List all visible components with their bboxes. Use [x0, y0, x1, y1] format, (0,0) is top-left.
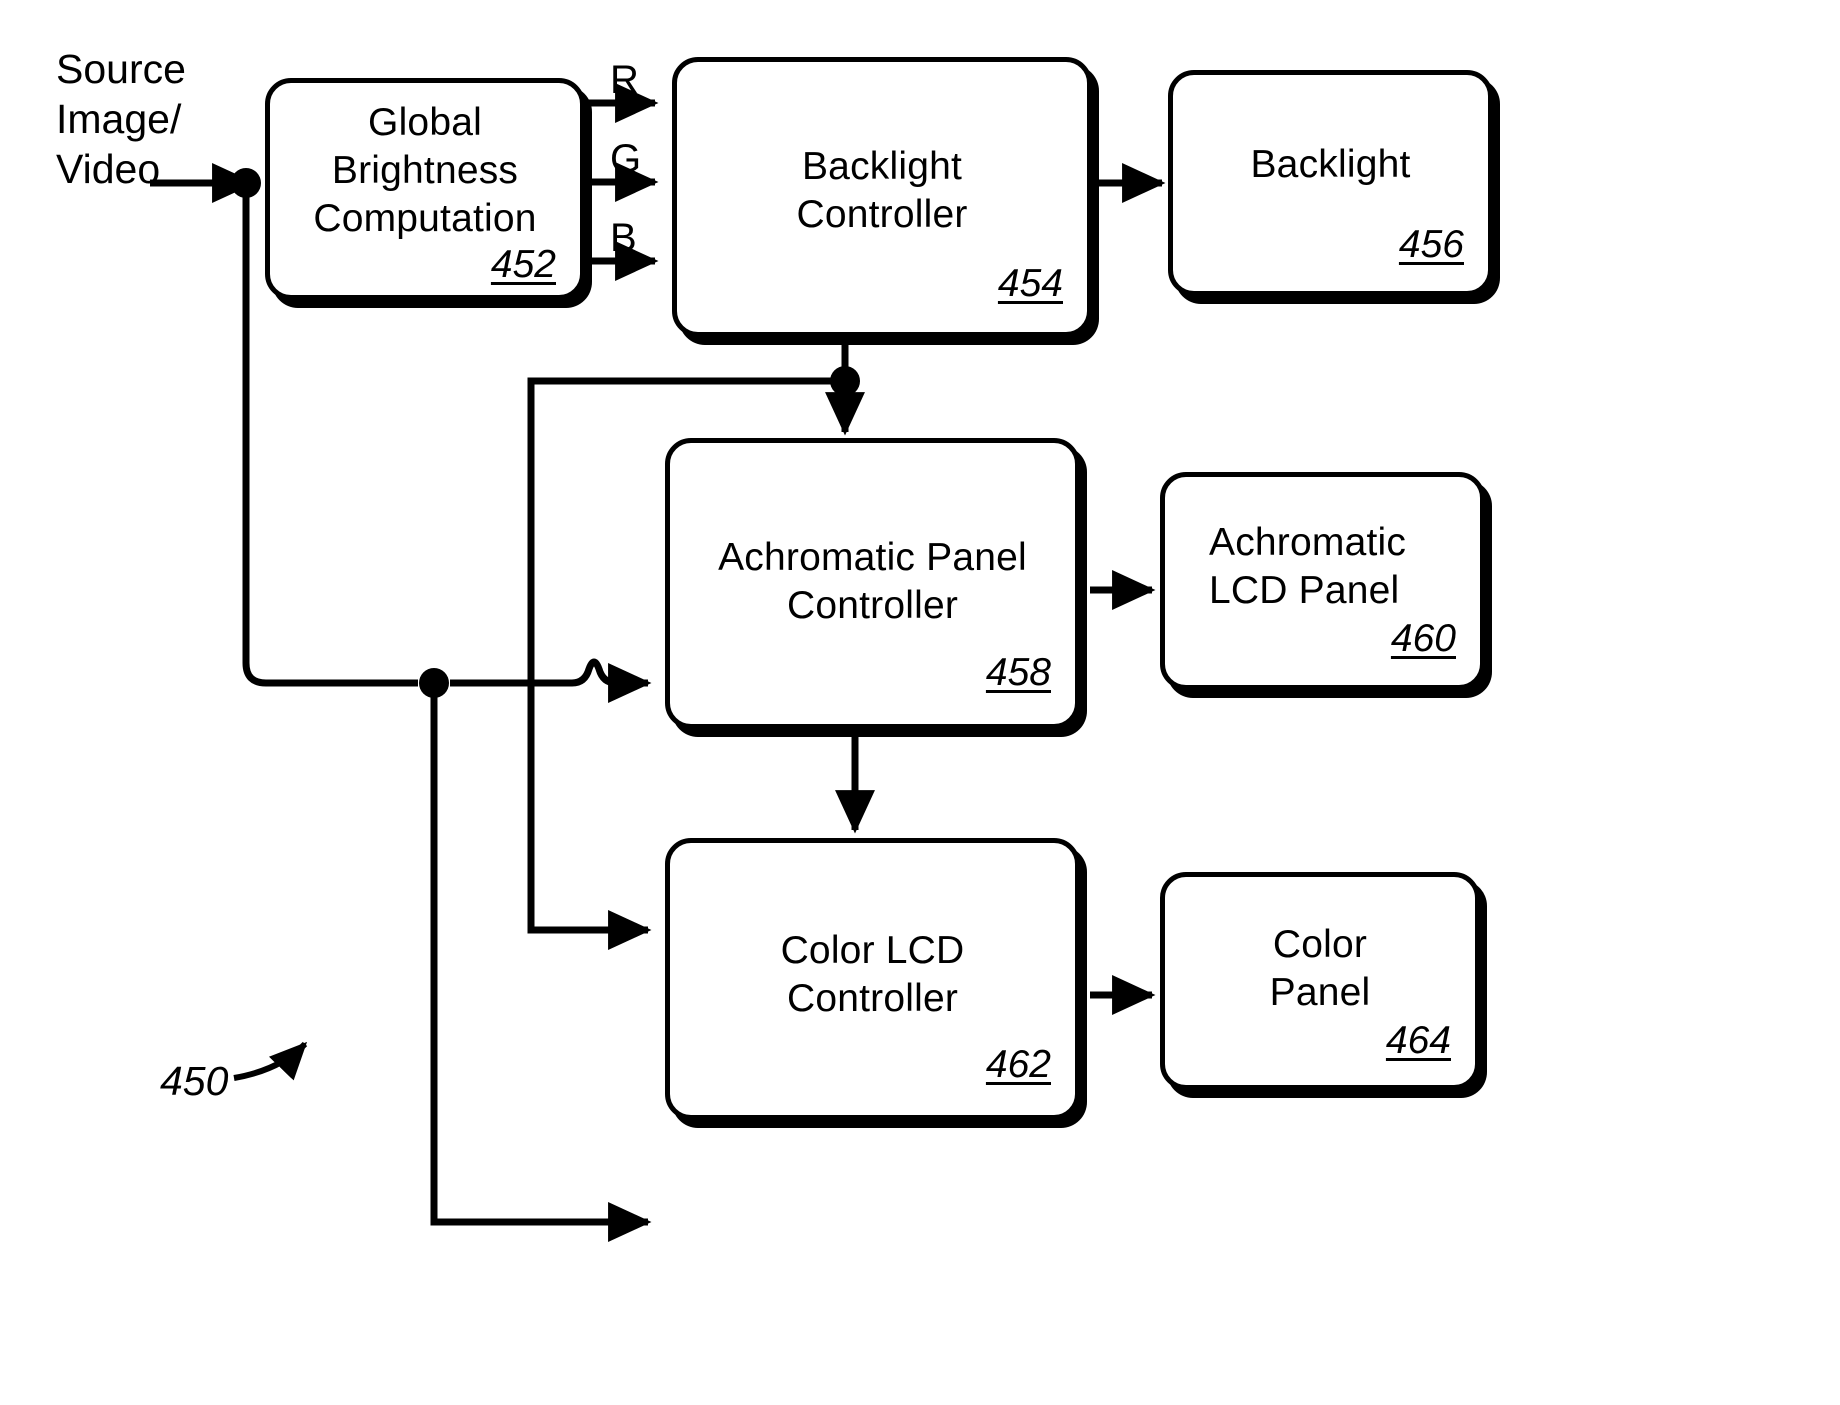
- leader-arrow-450: [233, 1041, 308, 1081]
- block-reference-numeral: 464: [1385, 1019, 1451, 1062]
- block-global-brightness-computation[interactable]: Global Brightness Computation 452: [265, 78, 585, 300]
- junction-dot-source-bus: [419, 668, 449, 698]
- block-reference-numeral: 458: [985, 651, 1051, 694]
- block-color-panel[interactable]: Color Panel 464: [1160, 872, 1480, 1090]
- block-backlight-controller[interactable]: Backlight Controller 454: [672, 57, 1092, 337]
- block-achromatic-panel-controller[interactable]: Achromatic Panel Controller 458: [665, 438, 1080, 729]
- patent-figure-450: Source Image/ Video R G B 450 Global Bri…: [0, 0, 1840, 1405]
- block-reference-numeral: 460: [1390, 617, 1456, 660]
- block-color-lcd-controller[interactable]: Color LCD Controller 462: [665, 838, 1080, 1120]
- block-title: Color LCD Controller: [780, 929, 965, 1020]
- block-title: Achromatic LCD Panel: [1209, 521, 1407, 612]
- block-title: Global Brightness Computation: [313, 101, 537, 240]
- figure-reference-450: 450: [160, 1058, 229, 1104]
- block-achromatic-lcd-panel[interactable]: Achromatic LCD Panel 460: [1160, 472, 1485, 690]
- signal-label-g: G: [610, 137, 642, 181]
- block-title: Achromatic Panel Controller: [718, 536, 1027, 627]
- block-backlight[interactable]: Backlight 456: [1168, 70, 1493, 296]
- junction-dot-454-output: [830, 366, 860, 396]
- block-reference-numeral: 454: [997, 262, 1063, 305]
- wire-source-tap-to-color-lcd: [430, 683, 652, 1242]
- block-reference-numeral: 462: [985, 1043, 1051, 1086]
- signal-label-b: B: [610, 216, 637, 260]
- block-title: Backlight: [1250, 143, 1411, 186]
- block-reference-numeral: 452: [490, 243, 556, 286]
- wire-source-bus-to-achromatic: [450, 658, 652, 703]
- block-reference-numeral: 456: [1398, 223, 1464, 266]
- source-image-video-label: Source Image/ Video: [56, 46, 186, 192]
- signal-label-r: R: [610, 58, 639, 102]
- block-title: Color Panel: [1269, 923, 1371, 1014]
- block-title: Backlight Controller: [796, 145, 968, 236]
